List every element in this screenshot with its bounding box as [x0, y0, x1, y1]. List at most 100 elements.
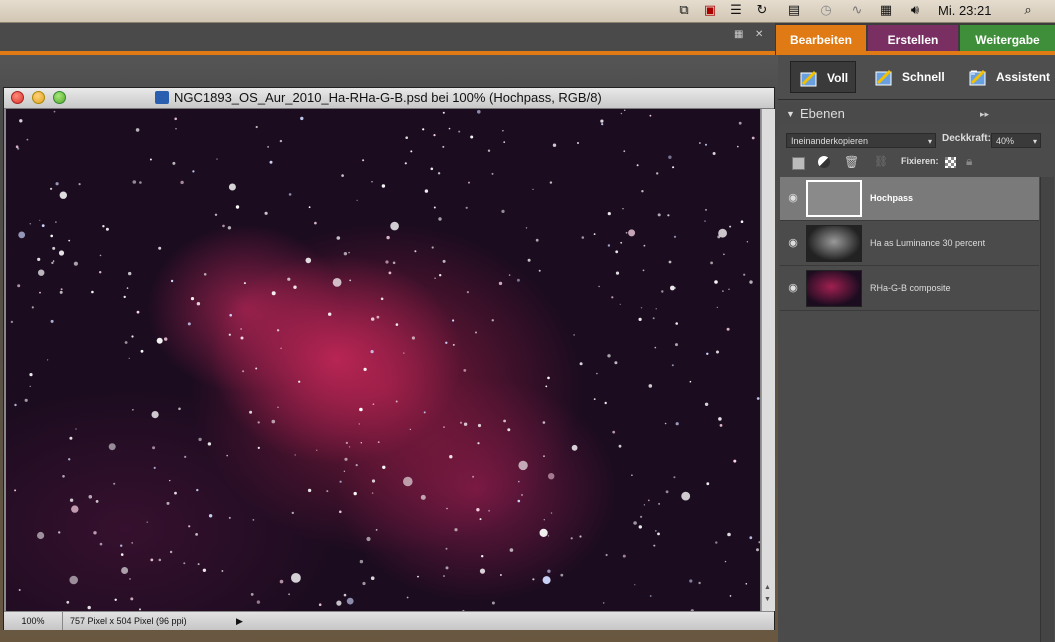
zoom-button[interactable] — [53, 91, 66, 104]
layer-row[interactable]: ◉ RHa-G-B composite — [780, 267, 1039, 311]
layer-name[interactable]: Hochpass — [870, 193, 913, 203]
mode-full-button[interactable]: Voll — [790, 61, 856, 93]
layer-name[interactable]: RHa-G-B composite — [870, 283, 951, 293]
tab-share[interactable]: Weitergabe — [960, 25, 1055, 53]
activity-icon[interactable]: ∿ — [849, 3, 865, 19]
star — [498, 281, 503, 286]
lock-transparency-icon[interactable] — [945, 157, 956, 168]
layer-name[interactable]: Ha as Luminance 30 percent — [870, 238, 985, 248]
star — [60, 288, 63, 291]
image-canvas[interactable] — [6, 109, 760, 611]
tab-create[interactable]: Erstellen — [868, 25, 958, 53]
layer-row[interactable]: ◉ Ha as Luminance 30 percent — [780, 222, 1039, 266]
star — [121, 567, 129, 574]
star — [403, 476, 413, 487]
right-panel: Voll Schnell Assistent ▼ Ebenen ▸▸ Inein… — [778, 55, 1055, 642]
sync-icon[interactable]: ↻ — [754, 3, 770, 19]
link-icon[interactable]: ⛓ — [874, 155, 888, 168]
star — [250, 593, 254, 596]
star — [229, 313, 232, 317]
star — [538, 269, 541, 272]
visibility-eye-icon[interactable]: ◉ — [786, 191, 800, 205]
star — [405, 136, 409, 139]
star — [349, 279, 352, 282]
star — [29, 385, 31, 387]
star — [615, 250, 619, 254]
star — [459, 421, 463, 424]
star — [114, 598, 117, 601]
star — [388, 271, 392, 275]
visibility-eye-icon[interactable]: ◉ — [786, 281, 800, 295]
info-menu-arrow-icon[interactable]: ▶ — [236, 612, 246, 630]
monitor-icon[interactable]: ▣ — [702, 3, 718, 19]
scroll-up-icon[interactable]: ▲ — [764, 584, 771, 591]
document-title-bar[interactable]: NGC1893_OS_Aur_2010_Ha-RHa-G-B.psd bei 1… — [4, 88, 774, 109]
screen-share-icon[interactable]: ⧉ — [676, 3, 692, 19]
adjustment-layer-icon[interactable] — [818, 156, 830, 168]
trash-icon[interactable]: 🗑︎ — [844, 155, 859, 169]
star — [438, 217, 442, 221]
star — [156, 337, 163, 344]
star — [93, 531, 97, 535]
star — [593, 398, 596, 400]
stats-icon[interactable]: ▤ — [786, 3, 802, 19]
blend-mode-select[interactable]: Ineinanderkopieren ▾ — [786, 133, 936, 148]
star — [722, 290, 724, 292]
close-button[interactable] — [11, 91, 24, 104]
star — [59, 290, 63, 294]
star — [758, 541, 760, 544]
star — [31, 306, 34, 309]
collapse-triangle-icon[interactable]: ▼ — [786, 103, 795, 125]
star — [433, 134, 436, 137]
star — [448, 127, 451, 130]
opacity-field[interactable]: 40% ▾ — [991, 133, 1041, 148]
star — [188, 525, 191, 528]
star — [328, 312, 332, 316]
star — [52, 246, 56, 250]
vertical-scrollbar[interactable]: ▲ ▼ — [761, 109, 775, 611]
layers-scrollbar[interactable] — [1040, 177, 1054, 642]
mode-quick-button[interactable]: Schnell — [874, 61, 945, 93]
star — [343, 252, 348, 256]
layer-row[interactable]: ◉ Hochpass — [780, 177, 1039, 221]
star — [108, 443, 116, 451]
volume-icon[interactable]: 🔊︎ — [907, 3, 923, 19]
star — [126, 287, 129, 289]
star — [681, 491, 691, 501]
star — [371, 181, 373, 183]
scroll-down-icon[interactable]: ▼ — [764, 596, 771, 603]
calendar-icon[interactable]: ▦ — [878, 3, 894, 19]
tab-edit[interactable]: Bearbeiten — [776, 25, 866, 53]
mode-guided-button[interactable]: Assistent — [968, 61, 1050, 93]
layers-panel-header[interactable]: ▼ Ebenen ▸▸ — [778, 103, 1055, 125]
star — [446, 507, 448, 510]
opacity-chevron-icon[interactable]: ▾ — [1033, 134, 1037, 149]
star — [716, 306, 718, 308]
lock-icon[interactable]: 🔒︎ — [966, 154, 972, 169]
spotlight-icon[interactable]: ⌕ — [1020, 3, 1036, 19]
arrange-icon[interactable]: ▦ — [734, 29, 743, 40]
panel-menu-icon[interactable]: ▸▸ — [980, 103, 989, 125]
minimize-button[interactable] — [32, 91, 45, 104]
time-machine-icon[interactable]: ◷ — [818, 3, 834, 19]
star — [452, 343, 455, 346]
new-layer-icon[interactable] — [792, 157, 805, 170]
star — [216, 158, 218, 160]
star — [746, 241, 749, 243]
star — [174, 491, 177, 495]
zoom-level[interactable]: 100% — [4, 612, 63, 630]
visibility-eye-icon[interactable]: ◉ — [786, 236, 800, 250]
star — [178, 407, 181, 411]
star — [153, 466, 156, 469]
close-panel-icon[interactable]: ✕ — [755, 29, 763, 40]
menubar-clock[interactable]: Mi. 23:21 — [938, 3, 991, 18]
star — [169, 479, 171, 482]
layer-thumbnail — [806, 225, 862, 262]
star — [314, 221, 317, 225]
star — [605, 553, 608, 557]
star — [611, 296, 614, 299]
notes-icon[interactable]: ☰ — [728, 3, 744, 19]
star-field-image — [10, 109, 760, 611]
star — [99, 254, 102, 257]
star — [717, 235, 721, 239]
